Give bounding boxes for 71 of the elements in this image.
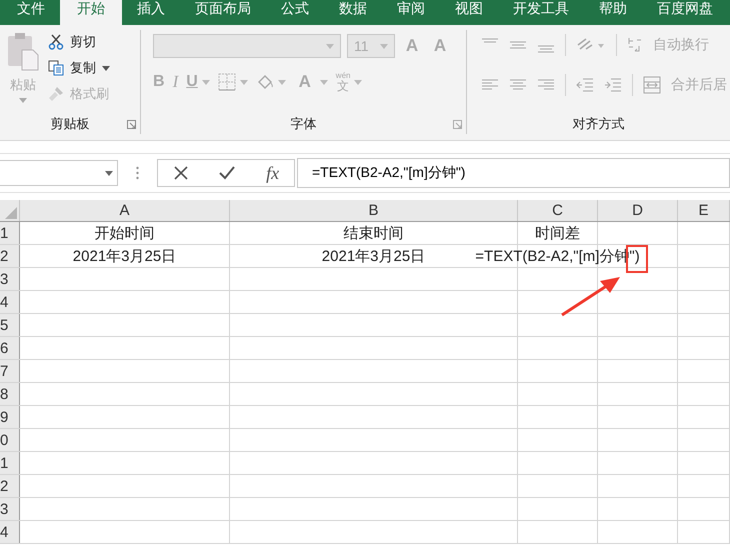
caret-icon bbox=[326, 44, 334, 48]
row-header[interactable]: 2 bbox=[0, 475, 20, 497]
dialog-launcher-icon[interactable] bbox=[127, 120, 136, 129]
cell-text: 时间差 bbox=[535, 224, 580, 242]
cell-text: 2021年3月25日 bbox=[322, 246, 426, 266]
ribbon-tab[interactable]: 开发工具 bbox=[498, 0, 584, 25]
group-label: 字体 bbox=[290, 115, 316, 133]
caret-icon bbox=[102, 66, 110, 70]
merge-cells-icon[interactable] bbox=[643, 76, 661, 94]
column-header[interactable]: B bbox=[230, 200, 518, 221]
dropdown-icon[interactable] bbox=[320, 80, 328, 84]
scissors-icon bbox=[48, 34, 64, 50]
cell-text: 开始时间 bbox=[94, 224, 154, 242]
name-box[interactable] bbox=[0, 160, 118, 186]
caret-icon bbox=[19, 98, 27, 103]
cancel-icon[interactable] bbox=[172, 165, 189, 181]
font-name-field[interactable] bbox=[153, 34, 341, 58]
ribbon-tab[interactable]: 文件 bbox=[2, 0, 60, 25]
cell-text: 结束时间 bbox=[344, 224, 404, 242]
group-label: 剪贴板 bbox=[50, 115, 90, 133]
ribbon-tab[interactable]: 帮助 bbox=[584, 0, 642, 25]
row-header[interactable]: 2 bbox=[0, 245, 20, 267]
borders-icon[interactable] bbox=[218, 73, 236, 91]
column-header[interactable]: E bbox=[678, 200, 730, 221]
group-label: 对齐方式 bbox=[572, 115, 624, 133]
row-header[interactable]: 3 bbox=[0, 268, 20, 290]
row-header[interactable]: 7 bbox=[0, 360, 20, 382]
row-header[interactable]: 5 bbox=[0, 314, 20, 336]
row-header[interactable]: 4 bbox=[0, 521, 20, 543]
row-header[interactable]: 3 bbox=[0, 498, 20, 520]
copy-button[interactable]: 复制 bbox=[48, 58, 110, 78]
ribbon-tab[interactable]: 开始 bbox=[60, 0, 122, 25]
row-header[interactable]: 4 bbox=[0, 291, 20, 313]
cell-text: 2021年3月25日 bbox=[72, 246, 176, 266]
cut-button[interactable]: 剪切 bbox=[48, 32, 110, 52]
insert-function-button[interactable]: fx bbox=[266, 162, 280, 184]
increase-indent-icon[interactable] bbox=[604, 77, 622, 93]
dropdown-icon[interactable] bbox=[278, 80, 286, 84]
caret-icon bbox=[380, 44, 388, 48]
brush-icon bbox=[48, 86, 64, 102]
row-header[interactable]: 8 bbox=[0, 383, 20, 405]
ribbon-tab[interactable]: 页面布局 bbox=[180, 0, 266, 25]
row-header[interactable]: 1 bbox=[0, 222, 20, 244]
ribbon-tab[interactable]: 视图 bbox=[440, 0, 498, 25]
dropdown-icon[interactable] bbox=[240, 80, 248, 84]
dialog-launcher-icon[interactable] bbox=[453, 120, 462, 129]
caret-icon bbox=[105, 170, 113, 176]
triangle-icon bbox=[5, 207, 17, 219]
formula-field[interactable]: =TEXT(B2-A2,"[m]分钟") bbox=[297, 158, 730, 188]
row-header[interactable]: 6 bbox=[0, 337, 20, 359]
ribbon-tab[interactable]: 数据 bbox=[324, 0, 382, 25]
copy-icon bbox=[48, 60, 64, 76]
ribbon-tab[interactable]: 公式 bbox=[266, 0, 324, 25]
decrease-indent-icon[interactable] bbox=[576, 77, 594, 93]
grip-icon bbox=[136, 166, 139, 180]
ribbon-tab[interactable]: 插入 bbox=[122, 0, 180, 25]
dropdown-icon[interactable] bbox=[202, 80, 210, 84]
annotation-arrow bbox=[560, 275, 622, 317]
column-header[interactable]: C bbox=[518, 200, 598, 221]
wrap-text-icon[interactable] bbox=[627, 36, 643, 54]
clipboard-icon bbox=[6, 32, 40, 72]
fill-bucket-icon[interactable] bbox=[256, 73, 274, 91]
row-header[interactable]: 1 bbox=[0, 452, 20, 474]
ribbon-tab[interactable]: 审阅 bbox=[382, 0, 440, 25]
row-header[interactable]: 9 bbox=[0, 406, 20, 428]
column-header[interactable]: A bbox=[20, 200, 230, 221]
ribbon-tab[interactable]: 百度网盘 bbox=[642, 0, 728, 25]
dropdown-icon[interactable] bbox=[354, 80, 362, 84]
check-icon[interactable] bbox=[218, 165, 236, 181]
column-header[interactable]: D bbox=[598, 200, 678, 221]
row-header[interactable]: 0 bbox=[0, 429, 20, 451]
